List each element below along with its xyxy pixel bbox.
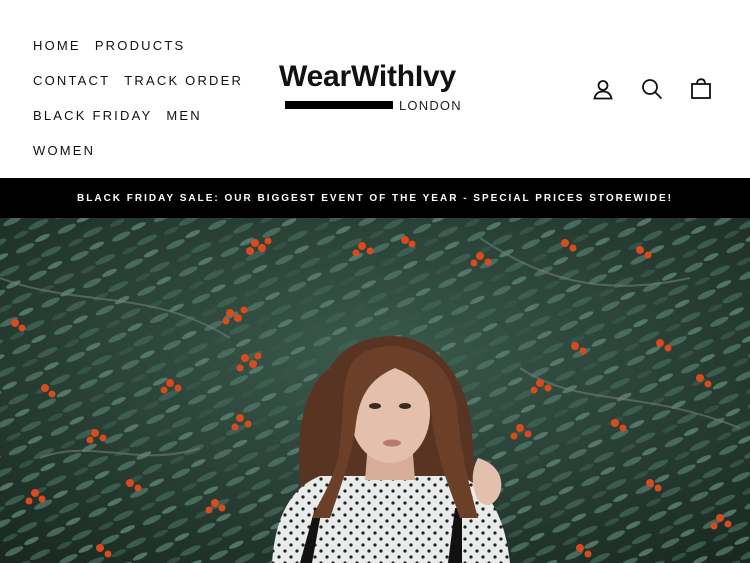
hero-image[interactable] xyxy=(0,218,750,563)
nav-item-products[interactable]: PRODUCTS xyxy=(95,38,186,53)
nav-item-black-friday[interactable]: BLACK FRIDAY xyxy=(33,108,152,123)
nav-item-contact[interactable]: CONTACT xyxy=(33,73,110,88)
hero-photo xyxy=(0,218,750,563)
announcement-text: BLACK FRIDAY SALE: OUR BIGGEST EVENT OF … xyxy=(77,192,673,204)
header-icons xyxy=(590,76,714,102)
nav-row: HOME PRODUCTS xyxy=(33,28,283,63)
nav-item-women[interactable]: WOMEN xyxy=(33,143,95,158)
nav-row: BLACK FRIDAY MEN xyxy=(33,98,283,133)
announcement-bar: BLACK FRIDAY SALE: OUR BIGGEST EVENT OF … xyxy=(0,178,750,218)
account-icon[interactable] xyxy=(590,76,616,102)
nav-item-track-order[interactable]: TRACK ORDER xyxy=(124,73,243,88)
cart-icon[interactable] xyxy=(688,76,714,102)
search-icon[interactable] xyxy=(639,76,665,102)
nav-row: CONTACT TRACK ORDER xyxy=(33,63,283,98)
site-logo[interactable]: WearWithIvy LONDON xyxy=(279,62,474,117)
logo-bar xyxy=(285,101,393,109)
logo-wordmark: WearWithIvy xyxy=(279,60,457,93)
nav-row: WOMEN xyxy=(33,133,283,168)
site-header: HOME PRODUCTS CONTACT TRACK ORDER BLACK … xyxy=(0,0,750,178)
logo-subtitle: LONDON xyxy=(399,98,462,113)
nav-item-home[interactable]: HOME xyxy=(33,38,81,53)
main-nav: HOME PRODUCTS CONTACT TRACK ORDER BLACK … xyxy=(33,28,283,168)
nav-item-men[interactable]: MEN xyxy=(166,108,202,123)
